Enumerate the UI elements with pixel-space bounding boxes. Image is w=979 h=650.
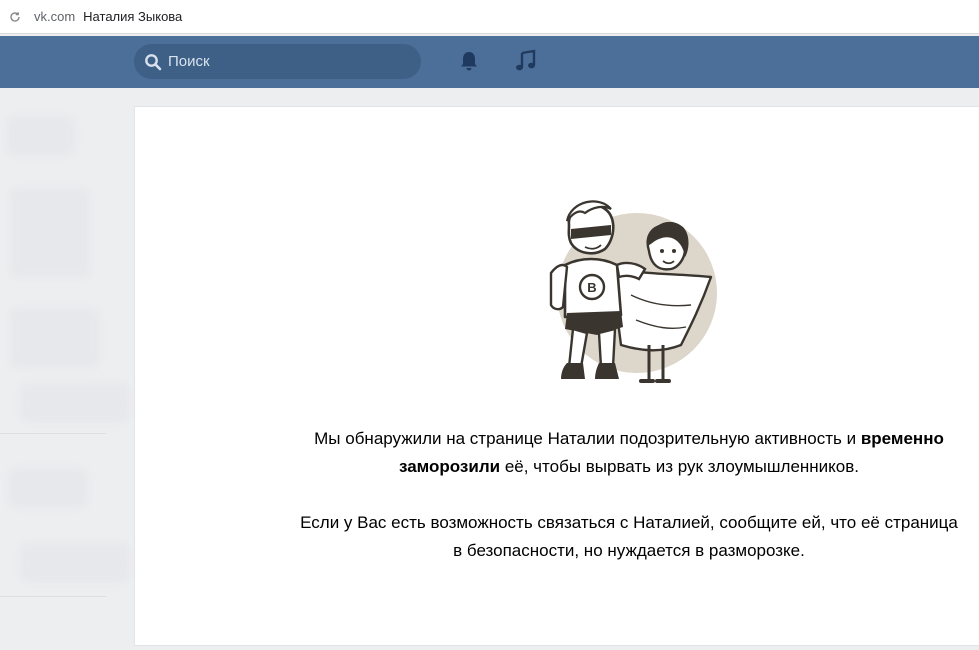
vk-header: Поиск: [0, 36, 979, 88]
svg-text:B: B: [587, 280, 596, 295]
superhero-couple-illustration: B: [549, 200, 717, 383]
sidebar-blur-item: [20, 543, 130, 583]
left-sidebar: [0, 88, 130, 650]
sidebar-divider: [0, 433, 106, 434]
search-input[interactable]: Поиск: [134, 44, 421, 79]
bell-icon: [461, 52, 477, 71]
browser-address-bar[interactable]: vk.com Наталия Зыкова: [0, 0, 979, 34]
contact-advice-paragraph: Если у Вас есть возможность связаться с …: [300, 513, 958, 560]
notifications-button[interactable]: [457, 49, 481, 73]
sidebar-blur-item: [10, 188, 90, 278]
sidebar-blur-item: [10, 308, 100, 368]
reload-icon[interactable]: [8, 10, 22, 24]
url-domain[interactable]: vk.com: [34, 9, 75, 24]
sidebar-blur-item: [20, 383, 130, 423]
music-note-icon: [516, 49, 536, 71]
frozen-message: Мы обнаружили на странице Наталии подозр…: [299, 425, 959, 565]
search-placeholder: Поиск: [168, 53, 210, 70]
message-text: её, чтобы вырвать из рук злоумышленников…: [500, 457, 860, 476]
message-text: Мы обнаружили на странице Наталии подозр…: [314, 429, 861, 448]
sidebar-blur-item: [6, 116, 76, 156]
frozen-message-paragraph: Мы обнаружили на странице Наталии подозр…: [299, 425, 959, 481]
music-button[interactable]: [513, 49, 539, 73]
frozen-page-card: B Мы обнаружили на странице Наталии подо…: [134, 106, 979, 646]
sidebar-divider: [0, 596, 106, 597]
sidebar-blur-item: [8, 468, 88, 508]
page-tab-title: Наталия Зыкова: [83, 9, 183, 24]
search-icon: [144, 53, 162, 71]
